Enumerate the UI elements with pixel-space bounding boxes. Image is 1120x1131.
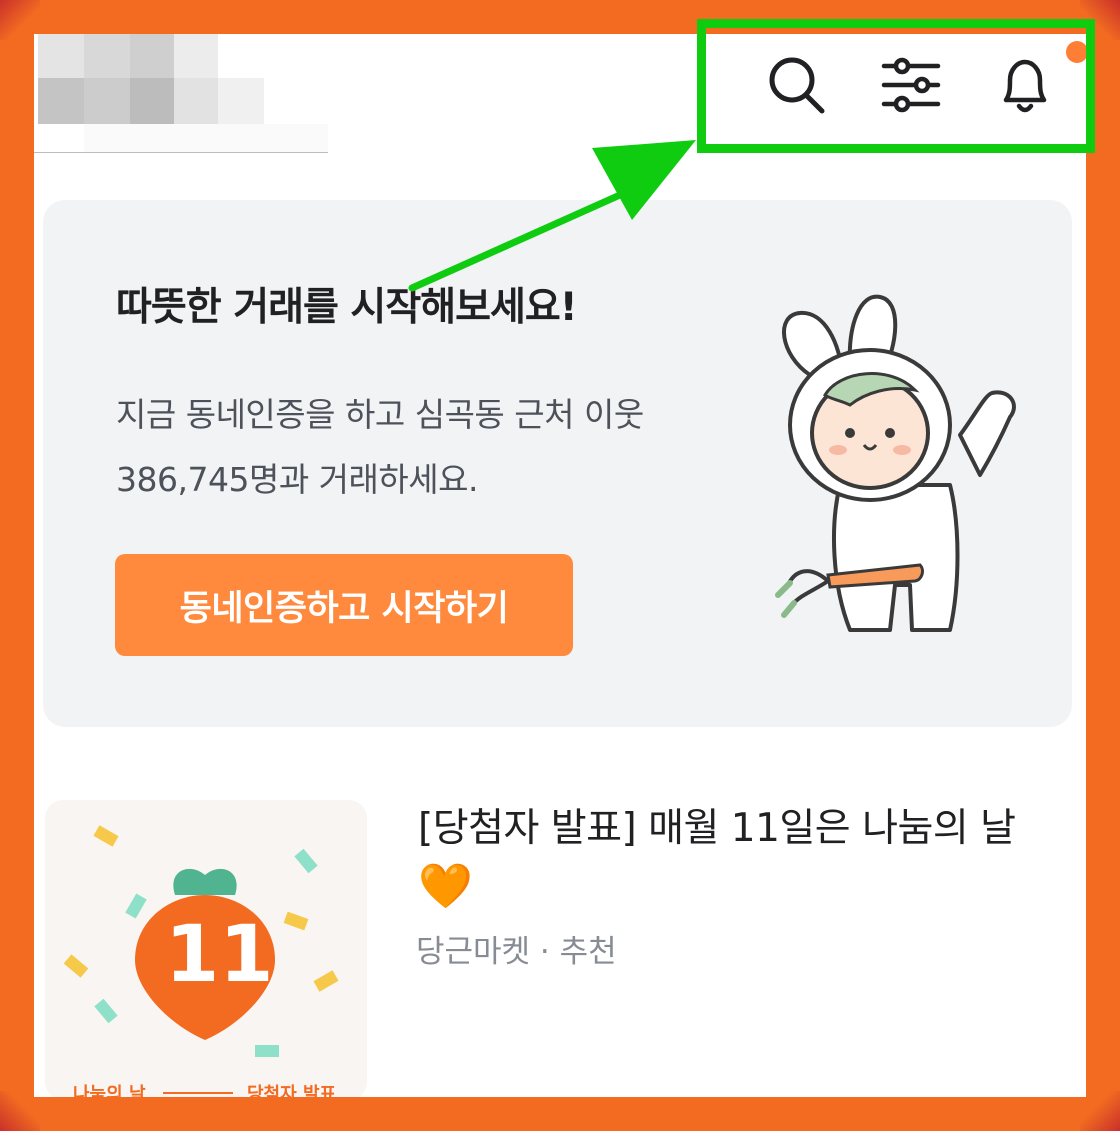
- thumbnail-caption-line: [163, 1092, 233, 1094]
- banner-description-line: 386,745명과 거래하세요.: [116, 460, 478, 499]
- frame-corner: [1080, 1091, 1120, 1131]
- thumbnail-caption-left: 나눔의 날: [73, 1084, 146, 1097]
- bunny-mascot-illustration: [775, 294, 1016, 632]
- app-screen: 따뜻한 거래를 시작해보세요! 지금 동네인증을 하고 심곡동 근처 이웃 38…: [34, 34, 1086, 1097]
- banner-title: 따뜻한 거래를 시작해보세요!: [116, 285, 578, 330]
- heart-emoji: 🧡: [418, 861, 473, 912]
- thumbnail-number: 11: [165, 910, 274, 1000]
- thumbnail-caption-right: 당첨자 발표: [247, 1084, 337, 1097]
- verify-neighborhood-button[interactable]: 동네인증하고 시작하기: [115, 554, 573, 656]
- header-divider: [34, 152, 328, 153]
- banner-description-line: 지금 동네인증을 하고 심곡동 근처 이웃: [116, 395, 644, 434]
- banner-description: 지금 동네인증을 하고 심곡동 근처 이웃 386,745명과 거래하세요.: [116, 382, 756, 512]
- article-title[interactable]: [당첨자 발표] 매월 11일은 나눔의 날 🧡: [418, 800, 1078, 918]
- frame-corner: [0, 1091, 40, 1131]
- article-meta: 당근마켓 · 추천: [416, 934, 617, 970]
- article-title-text: [당첨자 발표] 매월 11일은 나눔의 날: [418, 806, 1016, 851]
- article-thumbnail[interactable]: 11 나눔의 날 당첨자 발표: [45, 800, 367, 1097]
- annotation-highlight-box: [697, 19, 1095, 153]
